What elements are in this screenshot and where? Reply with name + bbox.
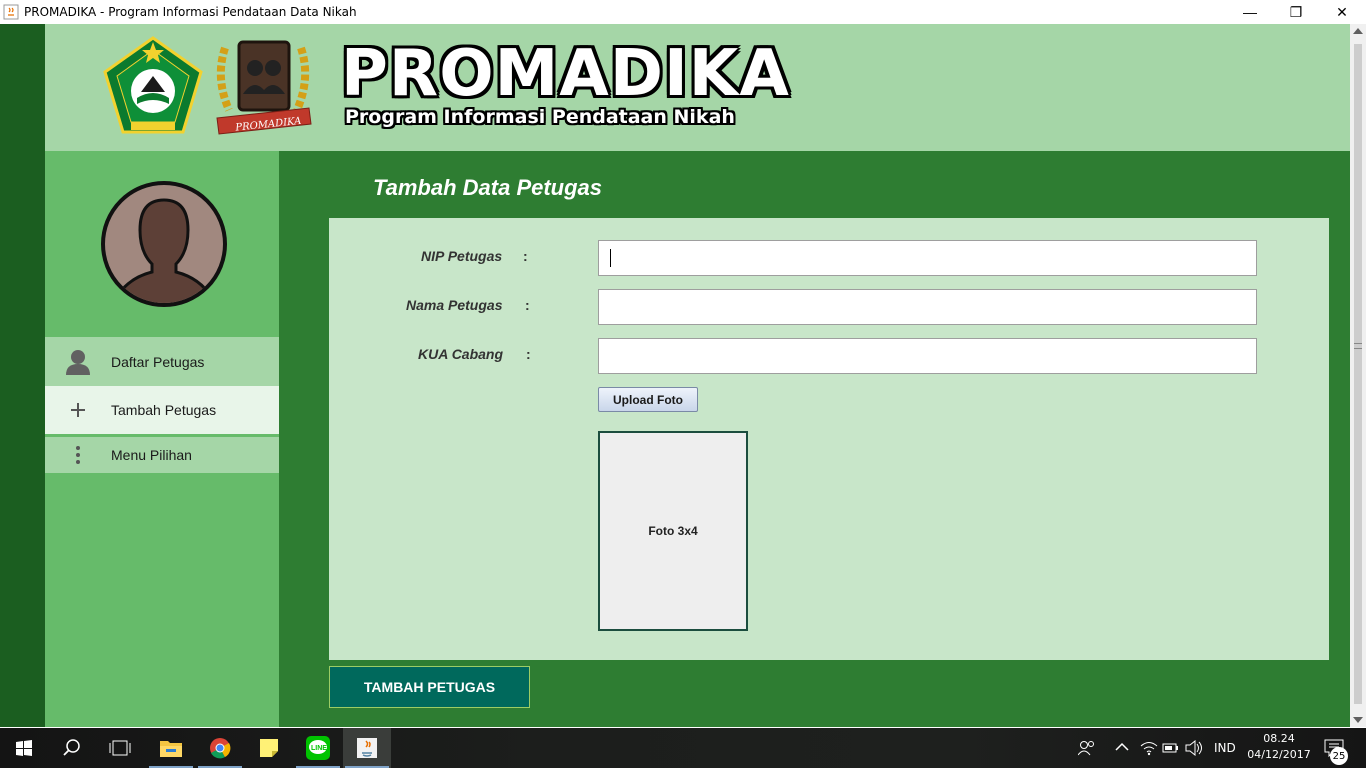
search-icon: [63, 739, 80, 756]
nama-colon: :: [525, 297, 530, 313]
scroll-thumb[interactable]: [1354, 44, 1362, 704]
clock-time: 08.24: [1263, 732, 1295, 745]
language-indicator[interactable]: IND: [1214, 741, 1236, 755]
sidebar-item-label: Menu Pilihan: [111, 447, 192, 463]
chevron-up-icon[interactable]: [1115, 742, 1129, 752]
nip-colon: :: [523, 248, 528, 264]
nip-label: NIP Petugas: [421, 248, 503, 264]
start-button[interactable]: [0, 728, 48, 768]
volume-icon[interactable]: [1185, 740, 1203, 756]
windows-icon: [16, 740, 32, 756]
main-content: Tambah Data Petugas NIP Petugas : Nama P…: [279, 151, 1350, 727]
taskbar-chrome[interactable]: [196, 728, 244, 768]
java-icon: [357, 738, 377, 758]
brand-subtitle: Program Informasi Pendataan Nikah: [345, 106, 735, 128]
promadika-logo-icon: PROMADIKA: [216, 40, 312, 135]
page-title: Tambah Data Petugas: [373, 175, 603, 200]
window-titlebar: PROMADIKA - Program Informasi Pendataan …: [0, 0, 1366, 24]
chrome-icon: [210, 738, 231, 759]
taskbar-java[interactable]: [343, 728, 391, 768]
taskbar: LINE IND 08.24 04/12/2017 25: [0, 728, 1366, 768]
battery-icon[interactable]: [1162, 741, 1180, 755]
line-icon: LINE: [306, 736, 330, 760]
form-panel: NIP Petugas : Nama Petugas : KUA Cabang …: [329, 218, 1329, 660]
wifi-icon[interactable]: [1140, 740, 1158, 756]
left-strip: [0, 24, 45, 727]
scroll-up-icon[interactable]: [1353, 28, 1363, 34]
close-button[interactable]: ✕: [1319, 0, 1365, 24]
taskbar-line[interactable]: LINE: [294, 728, 342, 768]
search-button[interactable]: [48, 728, 96, 768]
notification-count-badge: 25: [1330, 747, 1348, 765]
kua-colon: :: [526, 346, 531, 362]
task-view-icon: [109, 740, 131, 756]
sidebar: Daftar Petugas Tambah Petugas Menu Pilih…: [45, 151, 279, 727]
window-title: PROMADIKA - Program Informasi Pendataan …: [24, 5, 357, 19]
clock[interactable]: 08.24 04/12/2017: [1244, 731, 1314, 763]
add-officer-button[interactable]: TAMBAH PETUGAS: [329, 666, 530, 708]
sticky-notes-icon: [260, 739, 278, 757]
scroll-grip-icon: [1354, 343, 1362, 349]
clock-date: 04/12/2017: [1247, 748, 1311, 761]
maximize-button[interactable]: ❐: [1273, 0, 1319, 24]
sidebar-item-tambah-petugas[interactable]: Tambah Petugas: [45, 386, 279, 434]
java-app-icon: [3, 4, 19, 20]
task-view-button[interactable]: [96, 728, 144, 768]
minimize-button[interactable]: —: [1227, 0, 1273, 24]
app-window: PROMADIKA PROMADIKA Program Informasi Pe…: [0, 24, 1350, 727]
file-explorer-icon: [160, 741, 182, 757]
kua-label: KUA Cabang: [418, 346, 504, 362]
nama-input[interactable]: [598, 289, 1257, 325]
sidebar-item-label: Daftar Petugas: [111, 353, 205, 370]
nip-input[interactable]: [598, 240, 1257, 276]
sidebar-item-menu-pilihan[interactable]: Menu Pilihan: [45, 437, 279, 473]
vertical-scrollbar[interactable]: [1350, 24, 1366, 727]
text-caret: [610, 249, 611, 267]
sidebar-item-label: Tambah Petugas: [111, 402, 217, 418]
people-icon[interactable]: [1078, 740, 1096, 756]
brand-title: PROMADIKA: [341, 37, 790, 111]
taskbar-sticky-notes[interactable]: [245, 728, 293, 768]
svg-text:LINE: LINE: [311, 745, 327, 752]
nama-label: Nama Petugas: [406, 297, 503, 313]
app-header: PROMADIKA PROMADIKA Program Informasi Pe…: [45, 24, 1350, 151]
kua-input[interactable]: [598, 338, 1257, 374]
user-avatar-icon: [101, 181, 227, 307]
kemenag-logo-icon: [103, 36, 203, 134]
upload-photo-button[interactable]: Upload Foto: [598, 387, 698, 412]
photo-placeholder-label: Foto 3x4: [648, 524, 698, 538]
scroll-down-icon[interactable]: [1353, 717, 1363, 723]
person-icon: [45, 349, 111, 375]
sidebar-item-daftar-petugas[interactable]: Daftar Petugas: [45, 337, 279, 386]
more-vertical-icon: [45, 445, 111, 465]
photo-preview: Foto 3x4: [598, 431, 748, 631]
plus-icon: [45, 402, 111, 418]
taskbar-file-explorer[interactable]: [147, 728, 195, 768]
